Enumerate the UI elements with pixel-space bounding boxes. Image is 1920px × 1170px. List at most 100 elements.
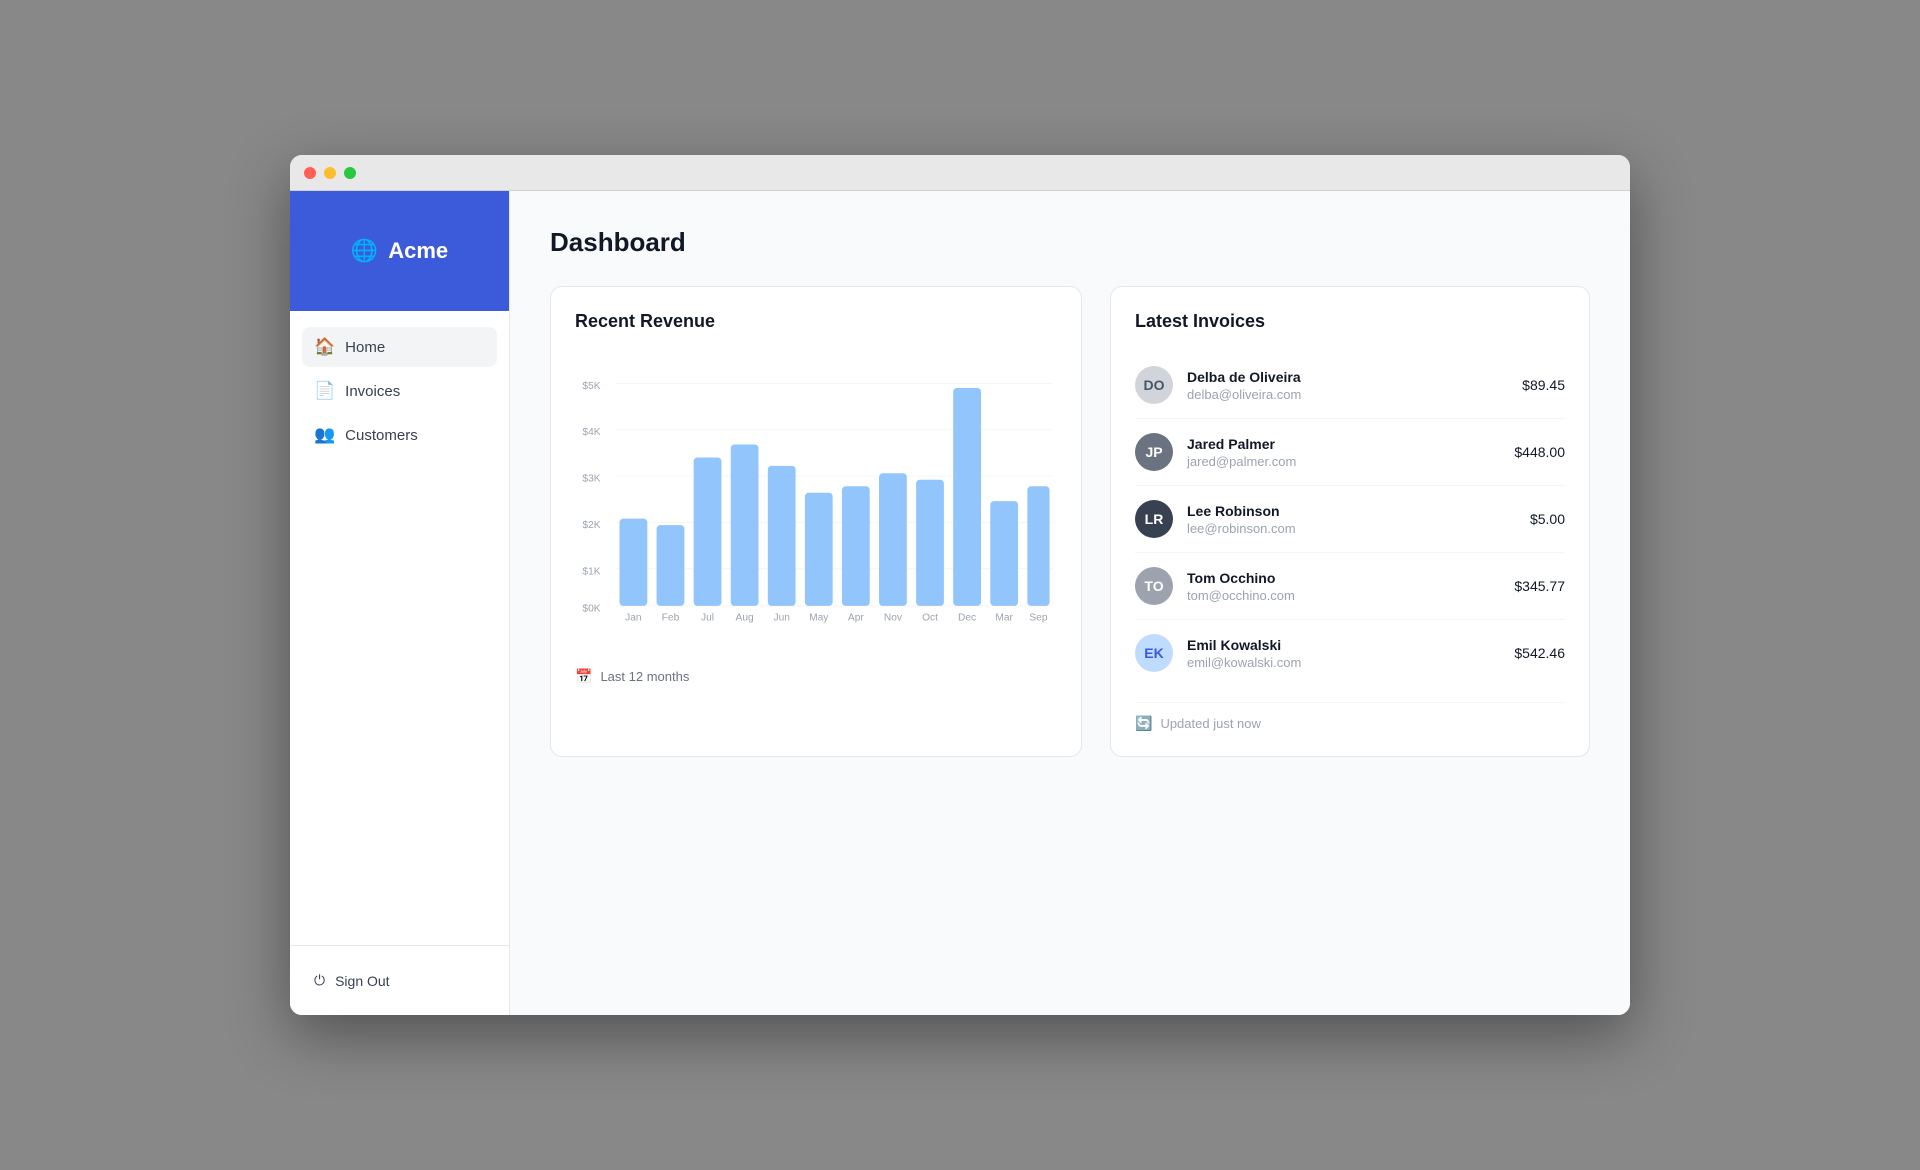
sidebar-item-home[interactable]: 🏠 Home	[302, 327, 497, 367]
invoice-info-0: Delba de Oliveira delba@oliveira.com	[1187, 369, 1508, 402]
invoices-list: DO Delba de Oliveira delba@oliveira.com …	[1135, 352, 1565, 686]
invoice-info-1: Jared Palmer jared@palmer.com	[1187, 436, 1500, 469]
svg-text:Feb: Feb	[662, 613, 680, 624]
bar-mar	[990, 501, 1018, 606]
sign-out-button[interactable]: ⏻ Sign Out	[302, 962, 497, 999]
svg-text:Sep: Sep	[1029, 613, 1047, 624]
invoice-amount-0: $89.45	[1522, 377, 1565, 393]
invoices-footer: 🔄 Updated just now	[1135, 702, 1565, 732]
bar-apr	[842, 486, 870, 606]
svg-text:$2K: $2K	[582, 520, 600, 531]
sidebar: 🌐 Acme 🏠 Home 📄 Invoices 👥 Customers	[290, 191, 510, 1015]
bar-nov	[879, 473, 907, 606]
invoice-name-3: Tom Occhino	[1187, 570, 1500, 586]
dot-green	[344, 167, 356, 179]
bar-jun	[768, 466, 796, 606]
invoice-email-3: tom@occhino.com	[1187, 588, 1500, 603]
invoice-email-4: emil@kowalski.com	[1187, 655, 1500, 670]
invoice-name-4: Emil Kowalski	[1187, 637, 1500, 653]
svg-text:Apr: Apr	[848, 613, 864, 624]
sidebar-logo: 🌐 Acme	[290, 191, 509, 311]
chart-footer: 📅 Last 12 months	[575, 668, 1057, 685]
invoice-item-3: TO Tom Occhino tom@occhino.com $345.77	[1135, 553, 1565, 620]
sign-out-icon: ⏻	[314, 972, 325, 989]
svg-text:Mar: Mar	[995, 613, 1013, 624]
dot-yellow	[324, 167, 336, 179]
invoice-item-0: DO Delba de Oliveira delba@oliveira.com …	[1135, 352, 1565, 419]
avatar-1: JP	[1135, 433, 1173, 471]
revenue-card-title: Recent Revenue	[575, 311, 1057, 332]
bar-sep	[1027, 486, 1049, 606]
revenue-card: Recent Revenue $5K $4K $3K $2K $1K $0K	[550, 286, 1082, 757]
bar-may	[805, 493, 833, 606]
invoice-name-2: Lee Robinson	[1187, 503, 1516, 519]
svg-text:Aug: Aug	[736, 613, 754, 624]
sidebar-item-home-label: Home	[345, 339, 385, 356]
logo-text: Acme	[388, 238, 448, 264]
bar-jan	[619, 519, 647, 606]
svg-text:$5K: $5K	[582, 381, 600, 392]
invoice-item-4: EK Emil Kowalski emil@kowalski.com $542.…	[1135, 620, 1565, 686]
sidebar-footer: ⏻ Sign Out	[290, 945, 509, 1015]
invoice-amount-2: $5.00	[1530, 511, 1565, 527]
main-content: Dashboard Recent Revenue $5K $4K $3K $2K…	[510, 191, 1630, 1015]
invoice-email-1: jared@palmer.com	[1187, 454, 1500, 469]
avatar-4: EK	[1135, 634, 1173, 672]
app-window: 🌐 Acme 🏠 Home 📄 Invoices 👥 Customers	[290, 155, 1630, 1015]
svg-text:Jan: Jan	[625, 613, 641, 624]
sidebar-item-customers-label: Customers	[345, 427, 418, 444]
svg-text:Oct: Oct	[922, 613, 938, 624]
svg-text:$1K: $1K	[582, 566, 600, 577]
invoices-card-title: Latest Invoices	[1135, 311, 1565, 332]
invoice-amount-1: $448.00	[1514, 444, 1565, 460]
bar-aug	[731, 445, 759, 606]
invoice-amount-3: $345.77	[1514, 578, 1565, 594]
invoice-info-2: Lee Robinson lee@robinson.com	[1187, 503, 1516, 536]
invoice-info-4: Emil Kowalski emil@kowalski.com	[1187, 637, 1500, 670]
avatar-0: DO	[1135, 366, 1173, 404]
bar-feb	[657, 525, 685, 606]
sidebar-item-customers[interactable]: 👥 Customers	[302, 415, 497, 455]
invoice-email-2: lee@robinson.com	[1187, 521, 1516, 536]
bar-oct	[916, 480, 944, 606]
svg-text:$0K: $0K	[582, 603, 600, 614]
app-body: 🌐 Acme 🏠 Home 📄 Invoices 👥 Customers	[290, 191, 1630, 1015]
avatar-3: TO	[1135, 567, 1173, 605]
bar-dec	[953, 388, 981, 606]
customers-icon: 👥	[314, 425, 335, 445]
bar-chart: $5K $4K $3K $2K $1K $0K	[575, 352, 1057, 652]
invoices-card: Latest Invoices DO Delba de Oliveira del…	[1110, 286, 1590, 757]
svg-text:Jun: Jun	[773, 613, 789, 624]
svg-text:Nov: Nov	[884, 613, 903, 624]
bar-jul	[694, 458, 722, 606]
refresh-icon: 🔄	[1135, 715, 1152, 732]
dot-red	[304, 167, 316, 179]
chart-area: $5K $4K $3K $2K $1K $0K	[575, 352, 1057, 652]
titlebar	[290, 155, 1630, 191]
invoice-info-3: Tom Occhino tom@occhino.com	[1187, 570, 1500, 603]
sidebar-nav: 🏠 Home 📄 Invoices 👥 Customers	[290, 311, 509, 945]
svg-text:Dec: Dec	[958, 613, 976, 624]
page-title: Dashboard	[550, 227, 1590, 258]
svg-text:May: May	[809, 613, 829, 624]
calendar-icon: 📅	[575, 668, 592, 685]
invoices-icon: 📄	[314, 381, 335, 401]
invoice-email-0: delba@oliveira.com	[1187, 387, 1508, 402]
invoice-item-2: LR Lee Robinson lee@robinson.com $5.00	[1135, 486, 1565, 553]
home-icon: 🏠	[314, 337, 335, 357]
svg-text:$3K: $3K	[582, 474, 600, 485]
dashboard-grid: Recent Revenue $5K $4K $3K $2K $1K $0K	[550, 286, 1590, 757]
logo-icon: 🌐	[351, 238, 378, 264]
avatar-2: LR	[1135, 500, 1173, 538]
invoice-name-1: Jared Palmer	[1187, 436, 1500, 452]
invoice-amount-4: $542.46	[1514, 645, 1565, 661]
svg-text:$4K: $4K	[582, 427, 600, 438]
sidebar-item-invoices-label: Invoices	[345, 383, 400, 400]
sidebar-item-invoices[interactable]: 📄 Invoices	[302, 371, 497, 411]
chart-footer-label: Last 12 months	[600, 669, 689, 684]
svg-text:Jul: Jul	[701, 613, 714, 624]
invoices-footer-label: Updated just now	[1160, 716, 1260, 731]
invoice-item-1: JP Jared Palmer jared@palmer.com $448.00	[1135, 419, 1565, 486]
sign-out-label: Sign Out	[335, 973, 389, 989]
invoice-name-0: Delba de Oliveira	[1187, 369, 1508, 385]
